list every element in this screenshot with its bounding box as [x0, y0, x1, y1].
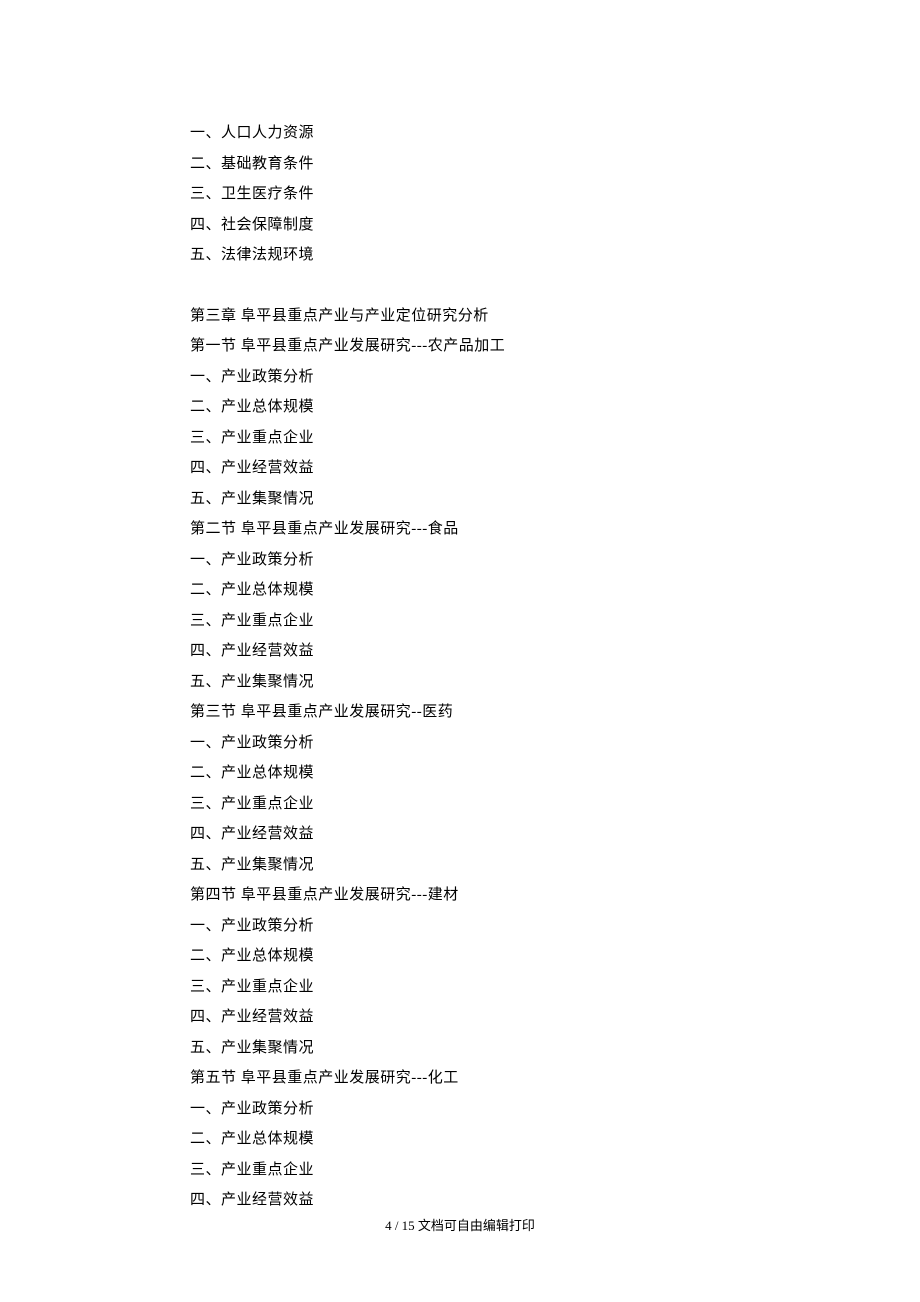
toc-section-heading: 第五节 阜平县重点产业发展研究---化工 [190, 1063, 730, 1094]
toc-line: 一、产业政策分析 [190, 545, 730, 576]
toc-line: 二、产业总体规模 [190, 758, 730, 789]
toc-line: 四、产业经营效益 [190, 453, 730, 484]
toc-line: 三、产业重点企业 [190, 789, 730, 820]
toc-line: 五、产业集聚情况 [190, 850, 730, 881]
toc-line: 四、产业经营效益 [190, 1185, 730, 1216]
toc-line: 三、产业重点企业 [190, 972, 730, 1003]
document-page: 一、人口人力资源 二、基础教育条件 三、卫生医疗条件 四、社会保障制度 五、法律… [0, 0, 920, 1216]
toc-line: 三、产业重点企业 [190, 1155, 730, 1186]
toc-line: 二、产业总体规模 [190, 575, 730, 606]
toc-line: 四、产业经营效益 [190, 1002, 730, 1033]
toc-section-heading: 第四节 阜平县重点产业发展研究---建材 [190, 880, 730, 911]
toc-line: 二、产业总体规模 [190, 941, 730, 972]
toc-line: 一、产业政策分析 [190, 911, 730, 942]
toc-section-heading: 第三节 阜平县重点产业发展研究--医药 [190, 697, 730, 728]
toc-line: 二、产业总体规模 [190, 392, 730, 423]
toc-line: 二、基础教育条件 [190, 149, 730, 180]
toc-line: 三、产业重点企业 [190, 423, 730, 454]
toc-line: 五、产业集聚情况 [190, 667, 730, 698]
toc-line: 二、产业总体规模 [190, 1124, 730, 1155]
toc-line: 五、产业集聚情况 [190, 484, 730, 515]
toc-line: 五、法律法规环境 [190, 240, 730, 271]
toc-line: 三、产业重点企业 [190, 606, 730, 637]
blank-line [190, 271, 730, 301]
toc-section-heading: 第二节 阜平县重点产业发展研究---食品 [190, 514, 730, 545]
toc-line: 五、产业集聚情况 [190, 1033, 730, 1064]
toc-line: 一、产业政策分析 [190, 362, 730, 393]
page-footer: 4 / 15 文档可自由编辑打印 [0, 1215, 920, 1234]
toc-chapter-heading: 第三章 阜平县重点产业与产业定位研究分析 [190, 301, 730, 332]
toc-line: 三、卫生医疗条件 [190, 179, 730, 210]
toc-line: 一、人口人力资源 [190, 118, 730, 149]
toc-line: 一、产业政策分析 [190, 728, 730, 759]
toc-line: 一、产业政策分析 [190, 1094, 730, 1125]
toc-line: 四、社会保障制度 [190, 210, 730, 241]
toc-line: 四、产业经营效益 [190, 819, 730, 850]
toc-section-heading: 第一节 阜平县重点产业发展研究---农产品加工 [190, 331, 730, 362]
toc-line: 四、产业经营效益 [190, 636, 730, 667]
